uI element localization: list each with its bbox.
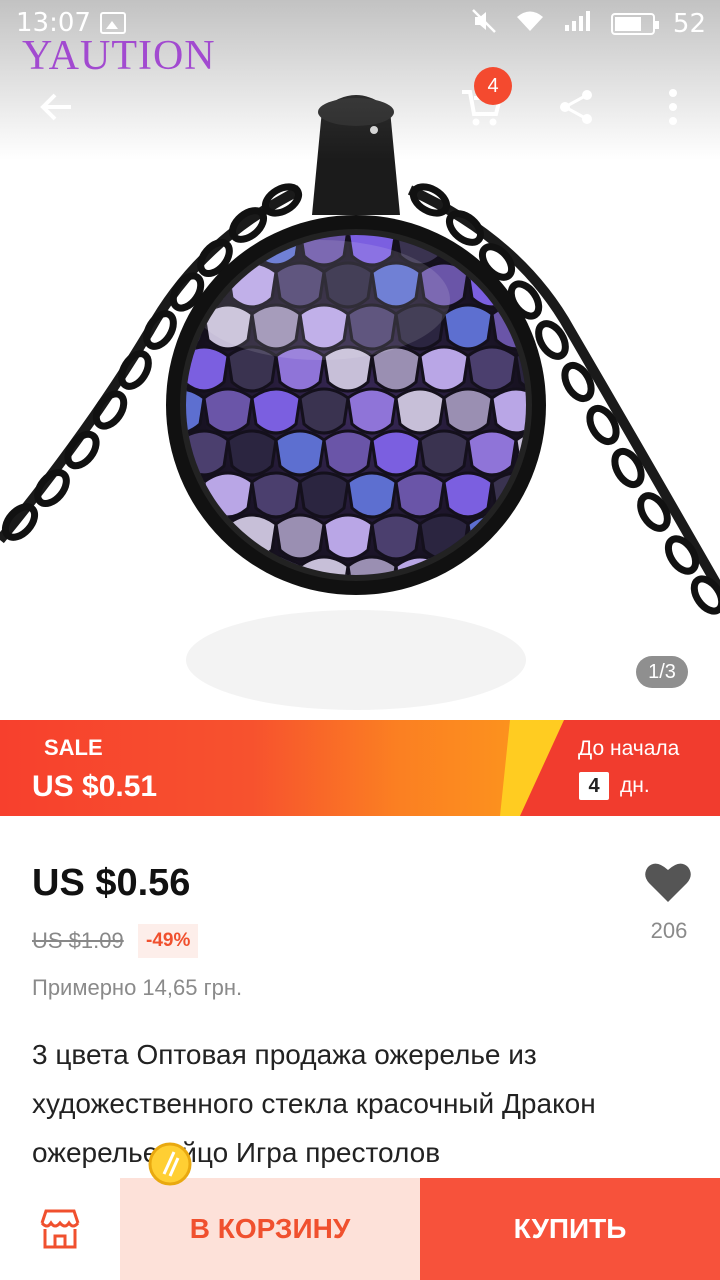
image-icon <box>100 12 126 34</box>
sale-label: SALE <box>44 735 103 760</box>
product-image-gallery[interactable] <box>0 0 720 720</box>
product-title: 3 цвета Оптовая продажа ожерелье из худо… <box>32 1039 596 1168</box>
add-to-cart-button[interactable]: В КОРЗИНУ <box>120 1178 420 1280</box>
back-button[interactable] <box>32 82 82 132</box>
watermark-logo: YAUTION <box>22 33 216 79</box>
coin-icon[interactable] <box>148 1142 192 1186</box>
heart-icon <box>645 863 691 902</box>
current-price: US $0.56 <box>32 862 191 904</box>
battery-icon <box>610 13 659 35</box>
wishlist-button[interactable] <box>644 860 692 904</box>
wifi-icon <box>515 9 545 39</box>
cart-count-badge: 4 <box>474 67 512 105</box>
more-options-button[interactable] <box>648 82 698 132</box>
buy-now-button[interactable]: КУПИТЬ <box>420 1178 720 1280</box>
discount-badge: -49% <box>138 924 199 958</box>
more-icon <box>669 89 677 125</box>
sale-start-label: До начала <box>578 737 680 760</box>
sale-days-unit: дн. <box>620 774 650 797</box>
share-button[interactable] <box>552 82 602 132</box>
sale-price: US $0.51 <box>32 770 158 803</box>
back-arrow-icon <box>40 93 71 121</box>
store-icon <box>40 1209 80 1249</box>
approx-local-price: Примерно 14,65 грн. <box>32 975 243 1000</box>
wishlist-count: 206 <box>650 918 688 943</box>
original-price: US $1.09 <box>32 928 124 953</box>
product-screen: 13:07 52 YAUTION 4 1/3 SALE US $0.51 До … <box>0 0 720 1280</box>
battery-level: 52 <box>672 9 706 39</box>
share-icon <box>560 90 592 124</box>
gallery-pager: 1/3 <box>636 656 688 688</box>
mute-icon <box>471 8 497 40</box>
sale-days-count: 4 <box>579 772 609 800</box>
store-button[interactable] <box>0 1178 120 1280</box>
signal-icon <box>563 9 593 39</box>
